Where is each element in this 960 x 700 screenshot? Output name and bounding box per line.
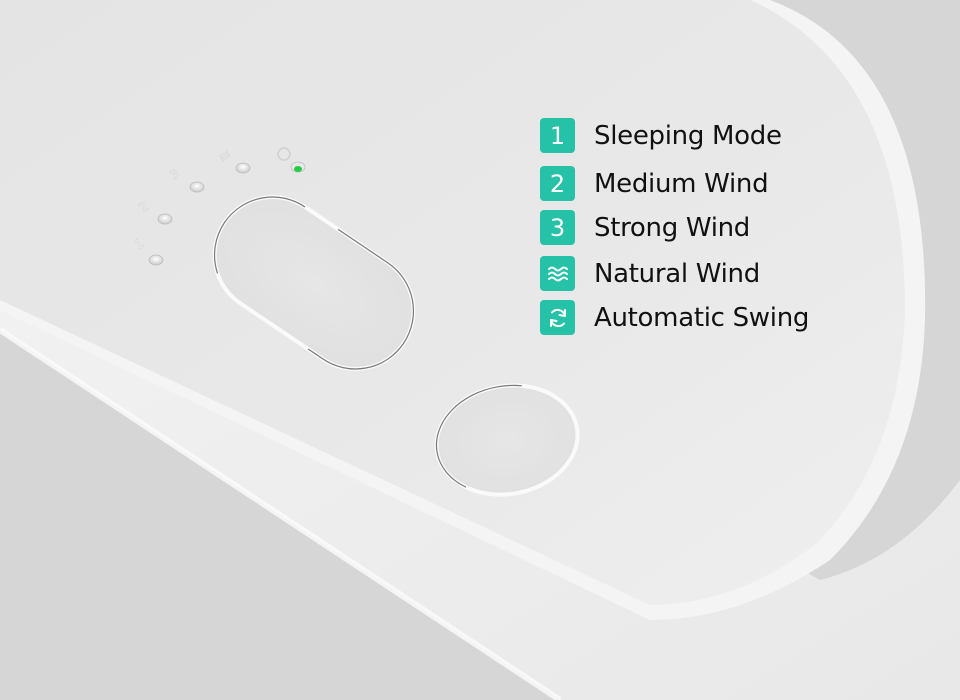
number-badge: 1 bbox=[540, 118, 575, 153]
waves-icon bbox=[540, 256, 575, 291]
legend-item-strong-wind: 3 Strong Wind bbox=[540, 210, 750, 245]
fan-body: 1 2 3 ≋ bbox=[0, 0, 960, 700]
legend-label: Automatic Swing bbox=[594, 302, 810, 333]
legend-label: Strong Wind bbox=[594, 212, 751, 243]
number-badge: 2 bbox=[540, 166, 575, 201]
legend-item-natural-wind: Natural Wind bbox=[540, 256, 760, 291]
legend-item-automatic-swing: Automatic Swing bbox=[540, 300, 809, 335]
rotate-icon bbox=[540, 300, 575, 335]
product-photo: 1 2 3 ≋ 1 Sleeping Mode 2 Medium Wind 3 … bbox=[0, 0, 960, 700]
legend-label: Medium Wind bbox=[594, 168, 769, 199]
legend-label: Natural Wind bbox=[594, 258, 760, 289]
number-badge: 3 bbox=[540, 210, 575, 245]
legend-item-medium-wind: 2 Medium Wind bbox=[540, 166, 769, 201]
legend-item-sleeping-mode: 1 Sleeping Mode bbox=[540, 118, 782, 153]
legend-label: Sleeping Mode bbox=[594, 120, 782, 151]
